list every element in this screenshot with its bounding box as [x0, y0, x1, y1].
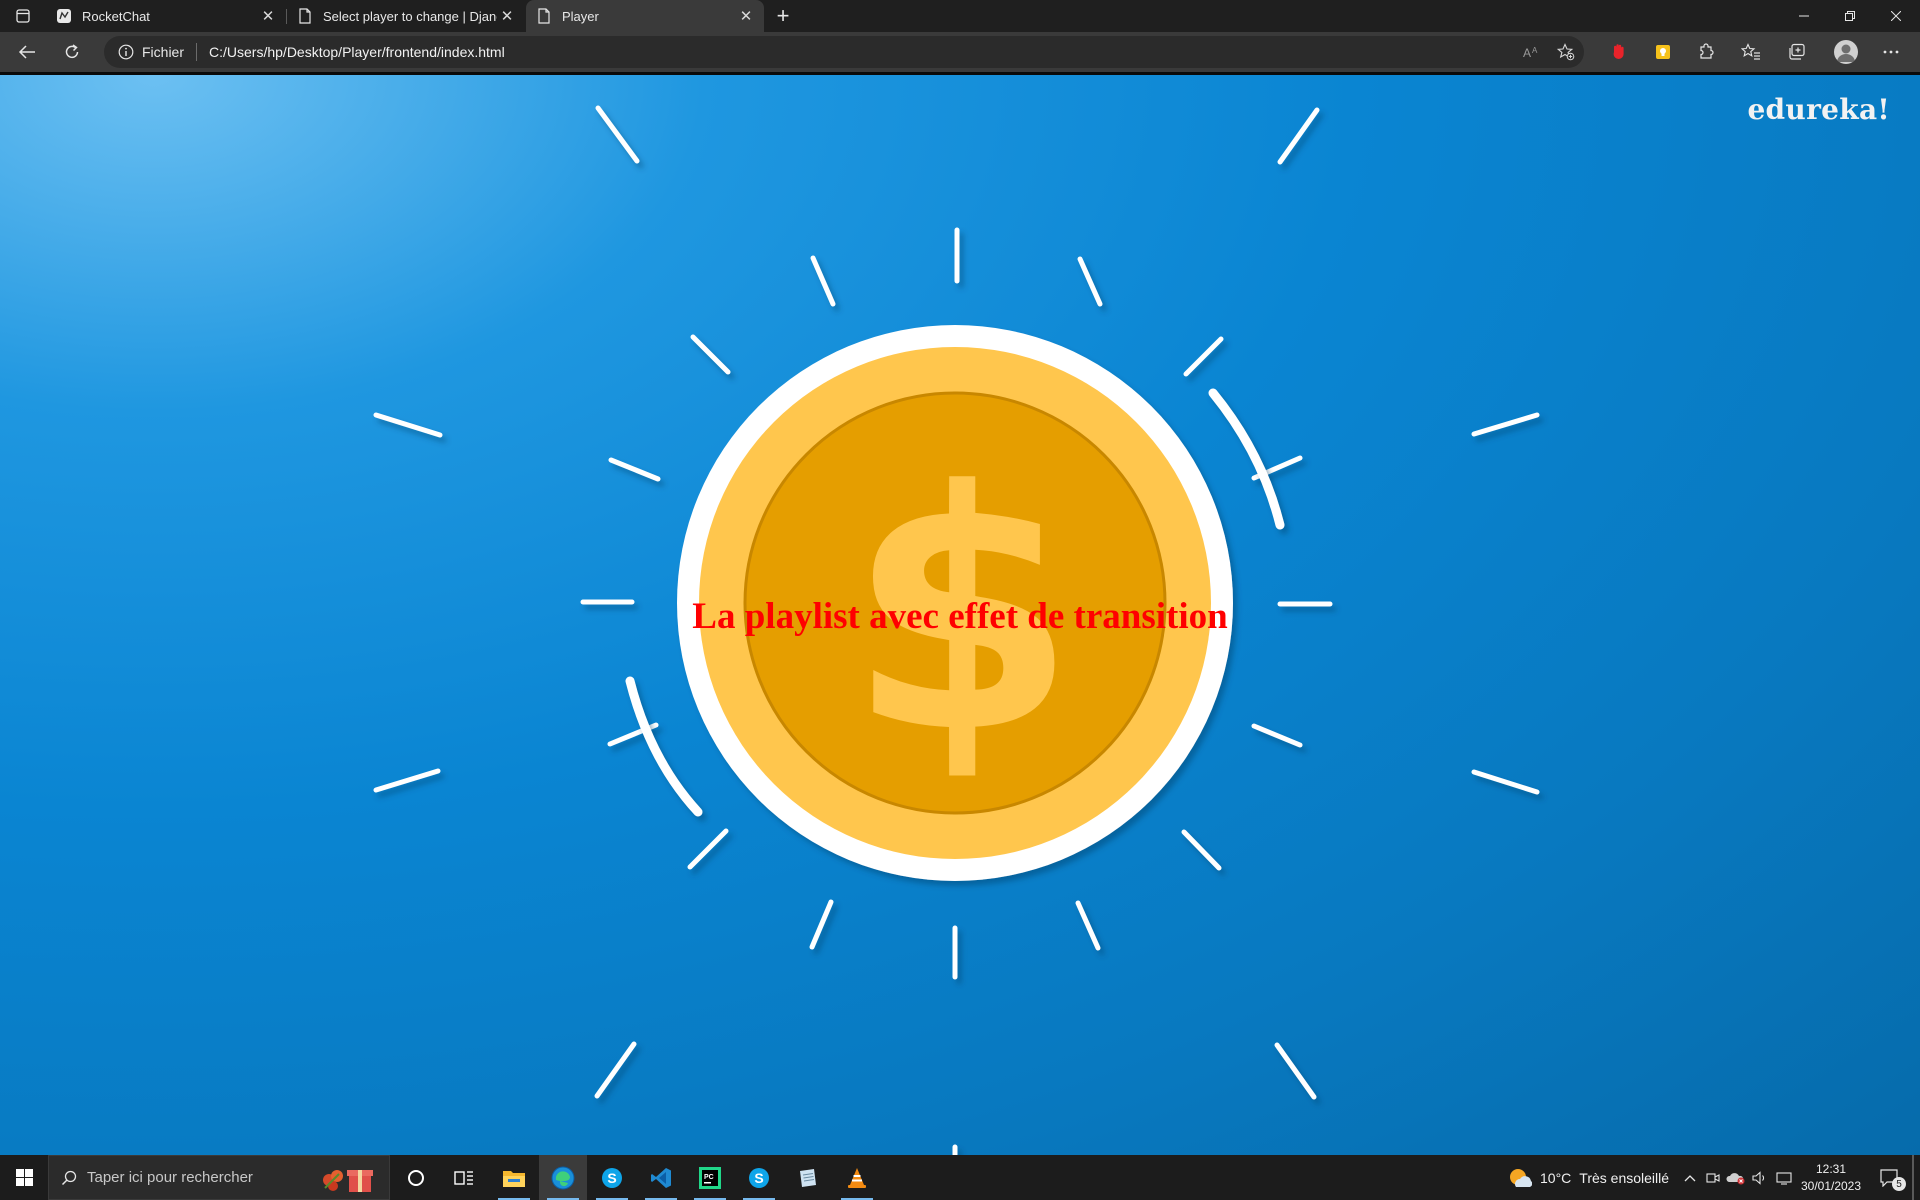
pycharm-icon[interactable]: PC: [686, 1155, 734, 1200]
taskbar-search[interactable]: Taper ici pour rechercher: [48, 1155, 390, 1200]
notification-center-icon[interactable]: 5: [1872, 1155, 1908, 1200]
browser-toolbar: Fichier C:/Users/hp/Desktop/Player/front…: [0, 32, 1920, 72]
cortana-icon[interactable]: [392, 1155, 440, 1200]
tab-title: Player: [562, 8, 599, 24]
clock-date: 30/01/2023: [1800, 1179, 1862, 1193]
clock-time: 12:31: [1815, 1162, 1847, 1176]
tab-actions-icon[interactable]: [10, 5, 36, 27]
svg-text:S: S: [754, 1170, 763, 1186]
favorites-icon[interactable]: [1740, 41, 1762, 63]
task-view-icon[interactable]: [440, 1155, 488, 1200]
notification-count: 5: [1892, 1177, 1906, 1191]
rocketchat-icon: [56, 8, 72, 24]
collections-icon[interactable]: [1786, 41, 1808, 63]
edge-icon[interactable]: [539, 1155, 587, 1200]
adblock-extension-icon[interactable]: [1608, 41, 1630, 63]
onedrive-icon[interactable]: [1725, 1155, 1747, 1200]
svg-text:A: A: [1523, 46, 1531, 59]
address-bar[interactable]: Fichier C:/Users/hp/Desktop/Player/front…: [104, 36, 1584, 68]
address-separator: [196, 43, 198, 61]
tab-title: Select player to change | Django: [323, 8, 497, 24]
tab-title: RocketChat: [82, 8, 150, 24]
profile-avatar[interactable]: [1834, 40, 1858, 64]
minimize-button[interactable]: [1781, 0, 1827, 32]
volume-icon[interactable]: [1750, 1155, 1770, 1200]
new-tab-button[interactable]: +: [770, 3, 796, 29]
keep-extension-icon[interactable]: [1652, 41, 1674, 63]
vlc-icon[interactable]: [833, 1155, 881, 1200]
settings-more-icon[interactable]: [1880, 41, 1902, 63]
weather-temp: 10°C: [1540, 1169, 1572, 1186]
skype-icon[interactable]: S: [588, 1155, 636, 1200]
url-text[interactable]: C:/Users/hp/Desktop/Player/frontend/inde…: [209, 44, 505, 60]
weather-condition: Très ensoleillé: [1579, 1169, 1670, 1186]
search-placeholder: Taper ici pour rechercher: [87, 1169, 253, 1186]
info-icon[interactable]: [118, 44, 134, 60]
close-window-button[interactable]: [1873, 0, 1919, 32]
edureka-watermark: edureka!: [1747, 93, 1890, 126]
network-icon[interactable]: [1773, 1155, 1795, 1200]
read-aloud-icon[interactable]: AA: [1522, 42, 1542, 62]
close-icon[interactable]: ✕: [497, 6, 517, 26]
page-title: La playlist avec effet de transition: [692, 596, 1228, 637]
svg-text:A: A: [1532, 46, 1538, 55]
svg-text:S: S: [607, 1170, 616, 1186]
weather-sun-icon: [1508, 1167, 1532, 1189]
back-button[interactable]: [13, 38, 41, 66]
gift-icon: [317, 1164, 375, 1194]
windows-taskbar: Taper ici pour rechercher S PC S 10°C Tr…: [0, 1155, 1920, 1200]
tab-player[interactable]: Player ✕: [526, 0, 764, 32]
vscode-icon[interactable]: [637, 1155, 685, 1200]
restore-button[interactable]: [1827, 0, 1873, 32]
weather-widget[interactable]: 10°C Très ensoleillé: [1508, 1155, 1708, 1200]
close-icon[interactable]: ✕: [736, 6, 756, 26]
close-icon[interactable]: ✕: [258, 6, 278, 26]
tab-rocketchat[interactable]: RocketChat ✕: [46, 0, 286, 32]
file-explorer-icon[interactable]: [490, 1155, 538, 1200]
skype-icon[interactable]: S: [735, 1155, 783, 1200]
svg-text:PC: PC: [704, 1174, 714, 1181]
tab-strip: RocketChat ✕ Select player to change | D…: [0, 0, 1920, 32]
show-desktop-button[interactable]: [1912, 1155, 1914, 1200]
video-player[interactable]: $ edureka! La playlist avec effet de tra…: [0, 75, 1920, 1155]
site-info-label[interactable]: Fichier: [142, 44, 184, 60]
page-icon: [297, 8, 313, 24]
chevron-up-icon[interactable]: [1680, 1155, 1700, 1200]
tab-django-admin[interactable]: Select player to change | Django ✕: [287, 0, 525, 32]
meet-now-icon[interactable]: [1703, 1155, 1723, 1200]
add-favorite-icon[interactable]: [1556, 42, 1576, 62]
page-icon: [536, 8, 552, 24]
search-icon: [61, 1170, 77, 1186]
extensions-icon[interactable]: [1696, 41, 1718, 63]
refresh-button[interactable]: [58, 38, 86, 66]
notepad-icon[interactable]: [784, 1155, 832, 1200]
start-button[interactable]: [0, 1155, 48, 1200]
system-clock[interactable]: 12:31 30/01/2023: [1796, 1161, 1866, 1195]
